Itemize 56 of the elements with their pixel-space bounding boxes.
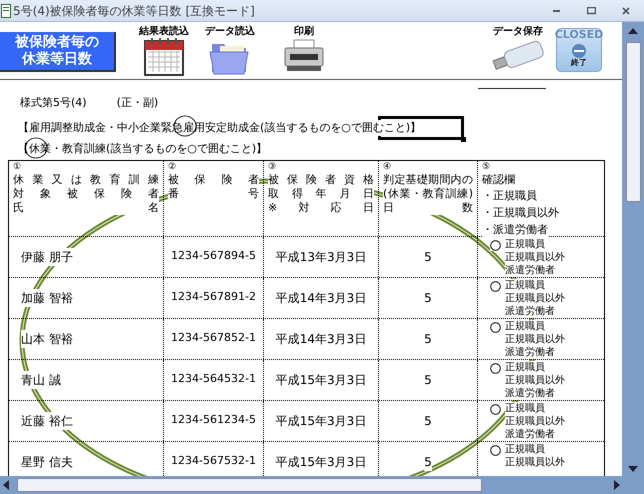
circle-mark-icon <box>490 362 501 374</box>
printer-icon <box>282 38 326 74</box>
document-icon <box>1 4 11 18</box>
circle-mark-icon <box>490 240 501 250</box>
option-text: 派遣労働者 <box>505 304 555 318</box>
option-text: 正規職員以外 <box>505 414 565 428</box>
option-text: 派遣労働者 <box>505 428 555 440</box>
option-text: 正規職員以外 <box>505 374 565 386</box>
option-text: 正規職員以外 <box>505 292 565 304</box>
calendar-icon <box>144 38 184 76</box>
toolbar-button[interactable]: データ読込 <box>200 22 260 76</box>
column-header: ① 休業又は教育訓練 対象被保険者 氏名 <box>9 160 164 236</box>
horizontal-scrollbar[interactable] <box>0 476 644 494</box>
copy-type: (正・副) <box>116 95 158 111</box>
name-text: 山本 智裕 <box>21 330 73 348</box>
name-text: 青山 誠 <box>21 370 61 388</box>
toolbar-button[interactable]: 印刷 <box>274 22 334 74</box>
minus-circle-icon <box>571 43 587 59</box>
option-text: 正規職員 <box>505 402 545 414</box>
scroll-up-icon[interactable] <box>628 28 638 34</box>
circle-mark-icon <box>490 404 501 414</box>
scroll-thumb[interactable] <box>17 478 482 492</box>
option-text: 正規職員 <box>505 442 545 456</box>
scroll-down-icon[interactable] <box>628 466 638 472</box>
toolbar-button[interactable]: 結果表読込 <box>134 22 194 76</box>
vertical-scrollbar[interactable] <box>622 22 644 476</box>
name-text: 近藤 裕仁 <box>21 412 73 430</box>
option-text: 正規職員以外 <box>505 456 565 468</box>
circle-mark-icon <box>490 280 501 292</box>
maximize-icon[interactable] <box>587 6 596 14</box>
option-text: 派遣労働者 <box>505 346 555 358</box>
option-text: 派遣労働者 <box>505 386 555 400</box>
form-number: 様式第5号(4) <box>20 95 87 111</box>
column-header: ④ 判定基礎期間内の (休業・教育訓練) 日数 <box>379 160 478 236</box>
option-text: 派遣労働者 <box>505 264 555 276</box>
circle-mark-icon <box>490 322 501 332</box>
window-title: 5号(4)被保険者毎の休業等日数 [互換モード] <box>13 2 255 20</box>
option-text: 正規職員以外 <box>505 250 565 264</box>
option-text: 正規職員 <box>505 360 545 374</box>
circle-mark-icon <box>490 444 501 456</box>
option-text: 正規職員以外 <box>505 332 565 346</box>
option-text: 正規職員 <box>505 278 545 292</box>
scroll-thumb[interactable] <box>626 42 640 202</box>
name-text: 伊藤 朋子 <box>21 248 73 266</box>
minimize-icon[interactable] <box>553 8 561 12</box>
scroll-left-icon[interactable] <box>3 480 9 490</box>
column-header: ② 被保険者 番号 <box>164 160 264 236</box>
toolbar-button[interactable]: データ保存 <box>488 22 548 74</box>
column-header: ⑤ 確認欄 ・正規職員 ・正規職員以外 ・派遣労働者 <box>481 160 560 236</box>
option-text: 正規職員 <box>505 238 545 250</box>
title-banner: 被保険者毎の 休業等日数 <box>0 32 116 72</box>
name-text: 加藤 智裕 <box>21 288 73 306</box>
option-text: 正規職員 <box>505 320 545 332</box>
scroll-right-icon[interactable] <box>614 480 620 490</box>
column-header: ③ 被保険者資格 取得年月日 ※対応日 <box>264 160 379 236</box>
close-icon[interactable] <box>622 6 630 14</box>
